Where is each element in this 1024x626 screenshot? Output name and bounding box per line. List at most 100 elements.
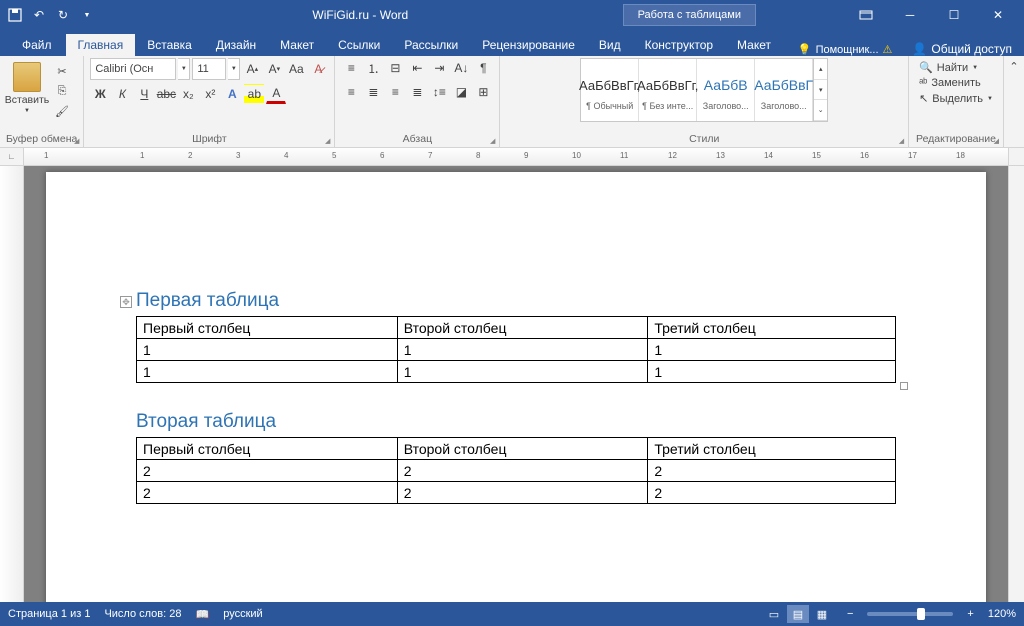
horizontal-ruler[interactable]: ∟ 1123456789101112131415161718	[0, 148, 1024, 166]
tab-table-design[interactable]: Конструктор	[633, 34, 725, 56]
increase-indent-button[interactable]: ⇥	[429, 58, 449, 78]
table-cell[interactable]: 1	[397, 339, 648, 361]
collapse-ribbon-button[interactable]: ⌃	[1004, 56, 1024, 147]
font-size-combo[interactable]: 11	[192, 58, 226, 80]
table-cell[interactable]: 2	[648, 460, 896, 482]
shading-button[interactable]: ◪	[451, 82, 471, 102]
table-cell[interactable]: 2	[137, 482, 398, 504]
numbering-button[interactable]: ⒈	[363, 58, 383, 78]
table-cell[interactable]: 2	[397, 482, 648, 504]
text-effects-button[interactable]: A	[222, 84, 242, 104]
find-button[interactable]: 🔍Найти▼	[915, 60, 997, 75]
table-header-cell[interactable]: Третий столбец	[648, 317, 896, 339]
cut-button[interactable]: ✂	[52, 62, 72, 80]
align-left-button[interactable]: ≡	[341, 82, 361, 102]
zoom-in-button[interactable]: +	[967, 608, 973, 620]
table-cell[interactable]: 1	[137, 361, 398, 383]
share-button[interactable]: 👤Общий доступ	[900, 42, 1024, 56]
table-cell[interactable]: 1	[137, 339, 398, 361]
table-move-handle[interactable]: ✥	[120, 296, 132, 308]
vertical-scrollbar[interactable]	[1008, 166, 1024, 602]
decrease-indent-button[interactable]: ⇤	[407, 58, 427, 78]
font-name-combo[interactable]: Calibri (Осн	[90, 58, 176, 80]
spellcheck-icon[interactable]: 📖	[196, 608, 210, 621]
grow-font-button[interactable]: A▴	[242, 59, 262, 79]
align-right-button[interactable]: ≡	[385, 82, 405, 102]
web-layout-button[interactable]: ▦	[811, 605, 833, 623]
ruler-corner[interactable]: ∟	[0, 148, 24, 165]
table-header-cell[interactable]: Третий столбец	[648, 438, 896, 460]
show-marks-button[interactable]: ¶	[473, 58, 493, 78]
shrink-font-button[interactable]: A▾	[264, 59, 284, 79]
page[interactable]: ✥ Первая таблица Первый столбецВторой ст…	[46, 172, 986, 602]
heading-1[interactable]: ✥ Первая таблица	[136, 290, 896, 312]
save-button[interactable]	[4, 4, 26, 26]
style-heading1[interactable]: АаБбВЗаголово...	[697, 59, 755, 121]
highlight-button[interactable]: ab	[244, 84, 264, 104]
zoom-slider[interactable]	[867, 612, 953, 616]
heading-2[interactable]: Вторая таблица	[136, 411, 896, 433]
vertical-ruler[interactable]	[0, 166, 24, 602]
print-layout-button[interactable]: ▤	[787, 605, 809, 623]
redo-button[interactable]: ↻	[52, 4, 74, 26]
tab-mailings[interactable]: Рассылки	[392, 34, 470, 56]
ribbon-options-button[interactable]	[844, 0, 888, 30]
font-size-dropdown[interactable]: ▼	[228, 58, 240, 80]
sort-button[interactable]: A↓	[451, 58, 471, 78]
table-cell[interactable]: 1	[397, 361, 648, 383]
line-spacing-button[interactable]: ↕≡	[429, 82, 449, 102]
tell-me-search[interactable]: 💡Помощник...⚠	[790, 43, 901, 56]
style-heading2[interactable]: АаБбВвГЗаголово...	[755, 59, 813, 121]
style-no-spacing[interactable]: АаБбВвГг,¶ Без инте...	[639, 59, 697, 121]
tab-view[interactable]: Вид	[587, 34, 633, 56]
status-language[interactable]: русский	[223, 608, 262, 620]
table-header-cell[interactable]: Первый столбец	[137, 438, 398, 460]
tab-home[interactable]: Главная	[66, 34, 136, 56]
undo-button[interactable]: ↶	[28, 4, 50, 26]
tab-design[interactable]: Дизайн	[204, 34, 268, 56]
table-header-cell[interactable]: Первый столбец	[137, 317, 398, 339]
table-cell[interactable]: 2	[397, 460, 648, 482]
close-button[interactable]: ✕	[976, 0, 1020, 30]
table-header-cell[interactable]: Второй столбец	[397, 317, 648, 339]
clear-formatting-button[interactable]: A̷	[308, 59, 328, 79]
styles-gallery-expand[interactable]: ▴▾⌄	[813, 59, 827, 121]
zoom-out-button[interactable]: −	[847, 608, 853, 620]
table-cell[interactable]: 1	[648, 339, 896, 361]
status-page[interactable]: Страница 1 из 1	[8, 608, 90, 620]
tab-review[interactable]: Рецензирование	[470, 34, 587, 56]
tab-file[interactable]: Файл	[8, 34, 66, 56]
style-normal[interactable]: АаБбВвГг,¶ Обычный	[581, 59, 639, 121]
underline-button[interactable]: Ч	[134, 84, 154, 104]
table-cell[interactable]: 1	[648, 361, 896, 383]
borders-button[interactable]: ⊞	[473, 82, 493, 102]
superscript-button[interactable]: x²	[200, 84, 220, 104]
font-name-dropdown[interactable]: ▼	[178, 58, 190, 80]
bullets-button[interactable]: ≡	[341, 58, 361, 78]
select-button[interactable]: ↖Выделить▼	[915, 91, 997, 106]
justify-button[interactable]: ≣	[407, 82, 427, 102]
table-header-cell[interactable]: Второй столбец	[397, 438, 648, 460]
replace-button[interactable]: ᵃᵇЗаменить	[915, 76, 997, 90]
align-center-button[interactable]: ≣	[363, 82, 383, 102]
italic-button[interactable]: К	[112, 84, 132, 104]
tab-insert[interactable]: Вставка	[135, 34, 204, 56]
tab-references[interactable]: Ссылки	[326, 34, 392, 56]
table-1[interactable]: Первый столбецВторой столбецТретий столб…	[136, 316, 896, 383]
minimize-button[interactable]: ─	[888, 0, 932, 30]
read-mode-button[interactable]: ▭	[763, 605, 785, 623]
qat-dropdown[interactable]: ▼	[76, 4, 98, 26]
maximize-button[interactable]: ☐	[932, 0, 976, 30]
table-cell[interactable]: 2	[648, 482, 896, 504]
paste-button[interactable]: Вставить ▼	[6, 58, 48, 114]
styles-gallery[interactable]: АаБбВвГг,¶ Обычный АаБбВвГг,¶ Без инте..…	[580, 58, 828, 122]
document-scroll-area[interactable]: ✥ Первая таблица Первый столбецВторой ст…	[24, 166, 1008, 602]
status-word-count[interactable]: Число слов: 28	[104, 608, 181, 620]
format-painter-button[interactable]: 🖌	[52, 102, 72, 120]
subscript-button[interactable]: x₂	[178, 84, 198, 104]
tab-layout[interactable]: Макет	[268, 34, 326, 56]
change-case-button[interactable]: Aa	[286, 59, 306, 79]
strikethrough-button[interactable]: abc	[156, 84, 176, 104]
font-color-button[interactable]: A	[266, 84, 286, 104]
zoom-level[interactable]: 120%	[988, 608, 1016, 620]
